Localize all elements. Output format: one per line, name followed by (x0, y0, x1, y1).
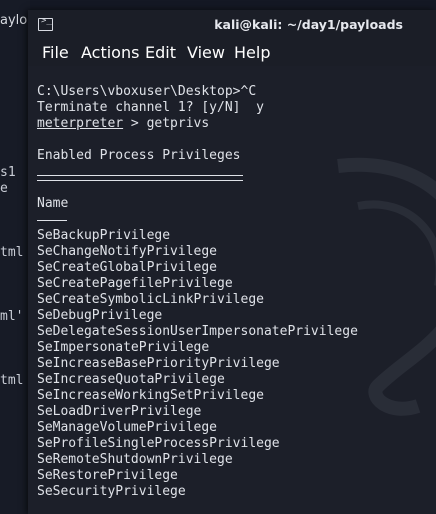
menu-edit[interactable]: Edit (145, 43, 176, 62)
privilege-row: SeSecurityPrivilege (37, 484, 186, 499)
background-window-title: ayload (0, 13, 30, 28)
privilege-row: SeCreatePagefilePrivilege (37, 276, 233, 291)
terminal-line: C:\Users\vboxuser\Desktop>^C (37, 84, 257, 99)
privilege-row: SeManageVolumePrivilege (37, 420, 218, 435)
privilege-row: SeIncreaseQuotaPrivilege (37, 372, 225, 387)
heading-underline (37, 175, 243, 181)
title-bar[interactable]: >_ kali@kali: ~/day1/payloads (28, 10, 436, 40)
privilege-row: SeCreateSymbolicLinkPrivilege (37, 292, 264, 307)
privilege-row: SeIncreaseWorkingSetPrivilege (37, 388, 264, 403)
privilege-row: SeRemoteShutdownPrivilege (37, 452, 233, 467)
terminal-prompt-line: meterpreter > getprivs (37, 116, 209, 132)
background-text: ml' (0, 309, 24, 324)
meterpreter-prompt: meterpreter (37, 116, 124, 131)
privilege-row: SeIncreaseBasePriorityPrivilege (37, 356, 280, 371)
menu-view[interactable]: View (187, 43, 225, 62)
menu-bar: File Actions Edit View Help (28, 40, 436, 66)
privilege-row: SeImpersonatePrivilege (37, 340, 210, 355)
column-underline (37, 220, 67, 221)
menu-actions[interactable]: Actions (81, 43, 139, 62)
terminal-line: Terminate channel 1? [y/N] y (37, 100, 264, 115)
terminal-window[interactable]: >_ kali@kali: ~/day1/payloads File Actio… (28, 10, 436, 514)
background-text: tml (0, 245, 24, 260)
privilege-row: SeCreateGlobalPrivilege (37, 260, 218, 275)
window-title: kali@kali: ~/day1/payloads (214, 17, 403, 32)
terminal-icon: >_ (38, 16, 53, 31)
privilege-row: SeRestorePrivilege (37, 468, 178, 483)
kali-dragon-watermark-icon (337, 157, 436, 416)
privilege-row: SeDebugPrivilege (37, 308, 163, 323)
column-header: Name (37, 196, 69, 211)
background-text: tml (0, 373, 24, 388)
privilege-row: SeDelegateSessionUserImpersonatePrivileg… (37, 324, 358, 339)
section-heading: Enabled Process Privileges (37, 148, 241, 163)
command-text: > getprivs (123, 116, 210, 131)
privilege-row: SeChangeNotifyPrivilege (37, 244, 218, 259)
privilege-row: SeBackupPrivilege (37, 228, 171, 243)
menu-file[interactable]: File (42, 43, 69, 62)
background-text: e (0, 181, 8, 196)
privilege-row: SeProfileSingleProcessPrivilege (37, 436, 280, 451)
background-window: ayload s1 e tml ml' tml (0, 0, 30, 514)
terminal-output[interactable]: C:\Users\vboxuser\Desktop>^C Terminate c… (28, 66, 436, 514)
background-text: s1 (0, 165, 16, 180)
menu-help[interactable]: Help (234, 43, 270, 62)
privilege-row: SeLoadDriverPrivilege (37, 404, 202, 419)
